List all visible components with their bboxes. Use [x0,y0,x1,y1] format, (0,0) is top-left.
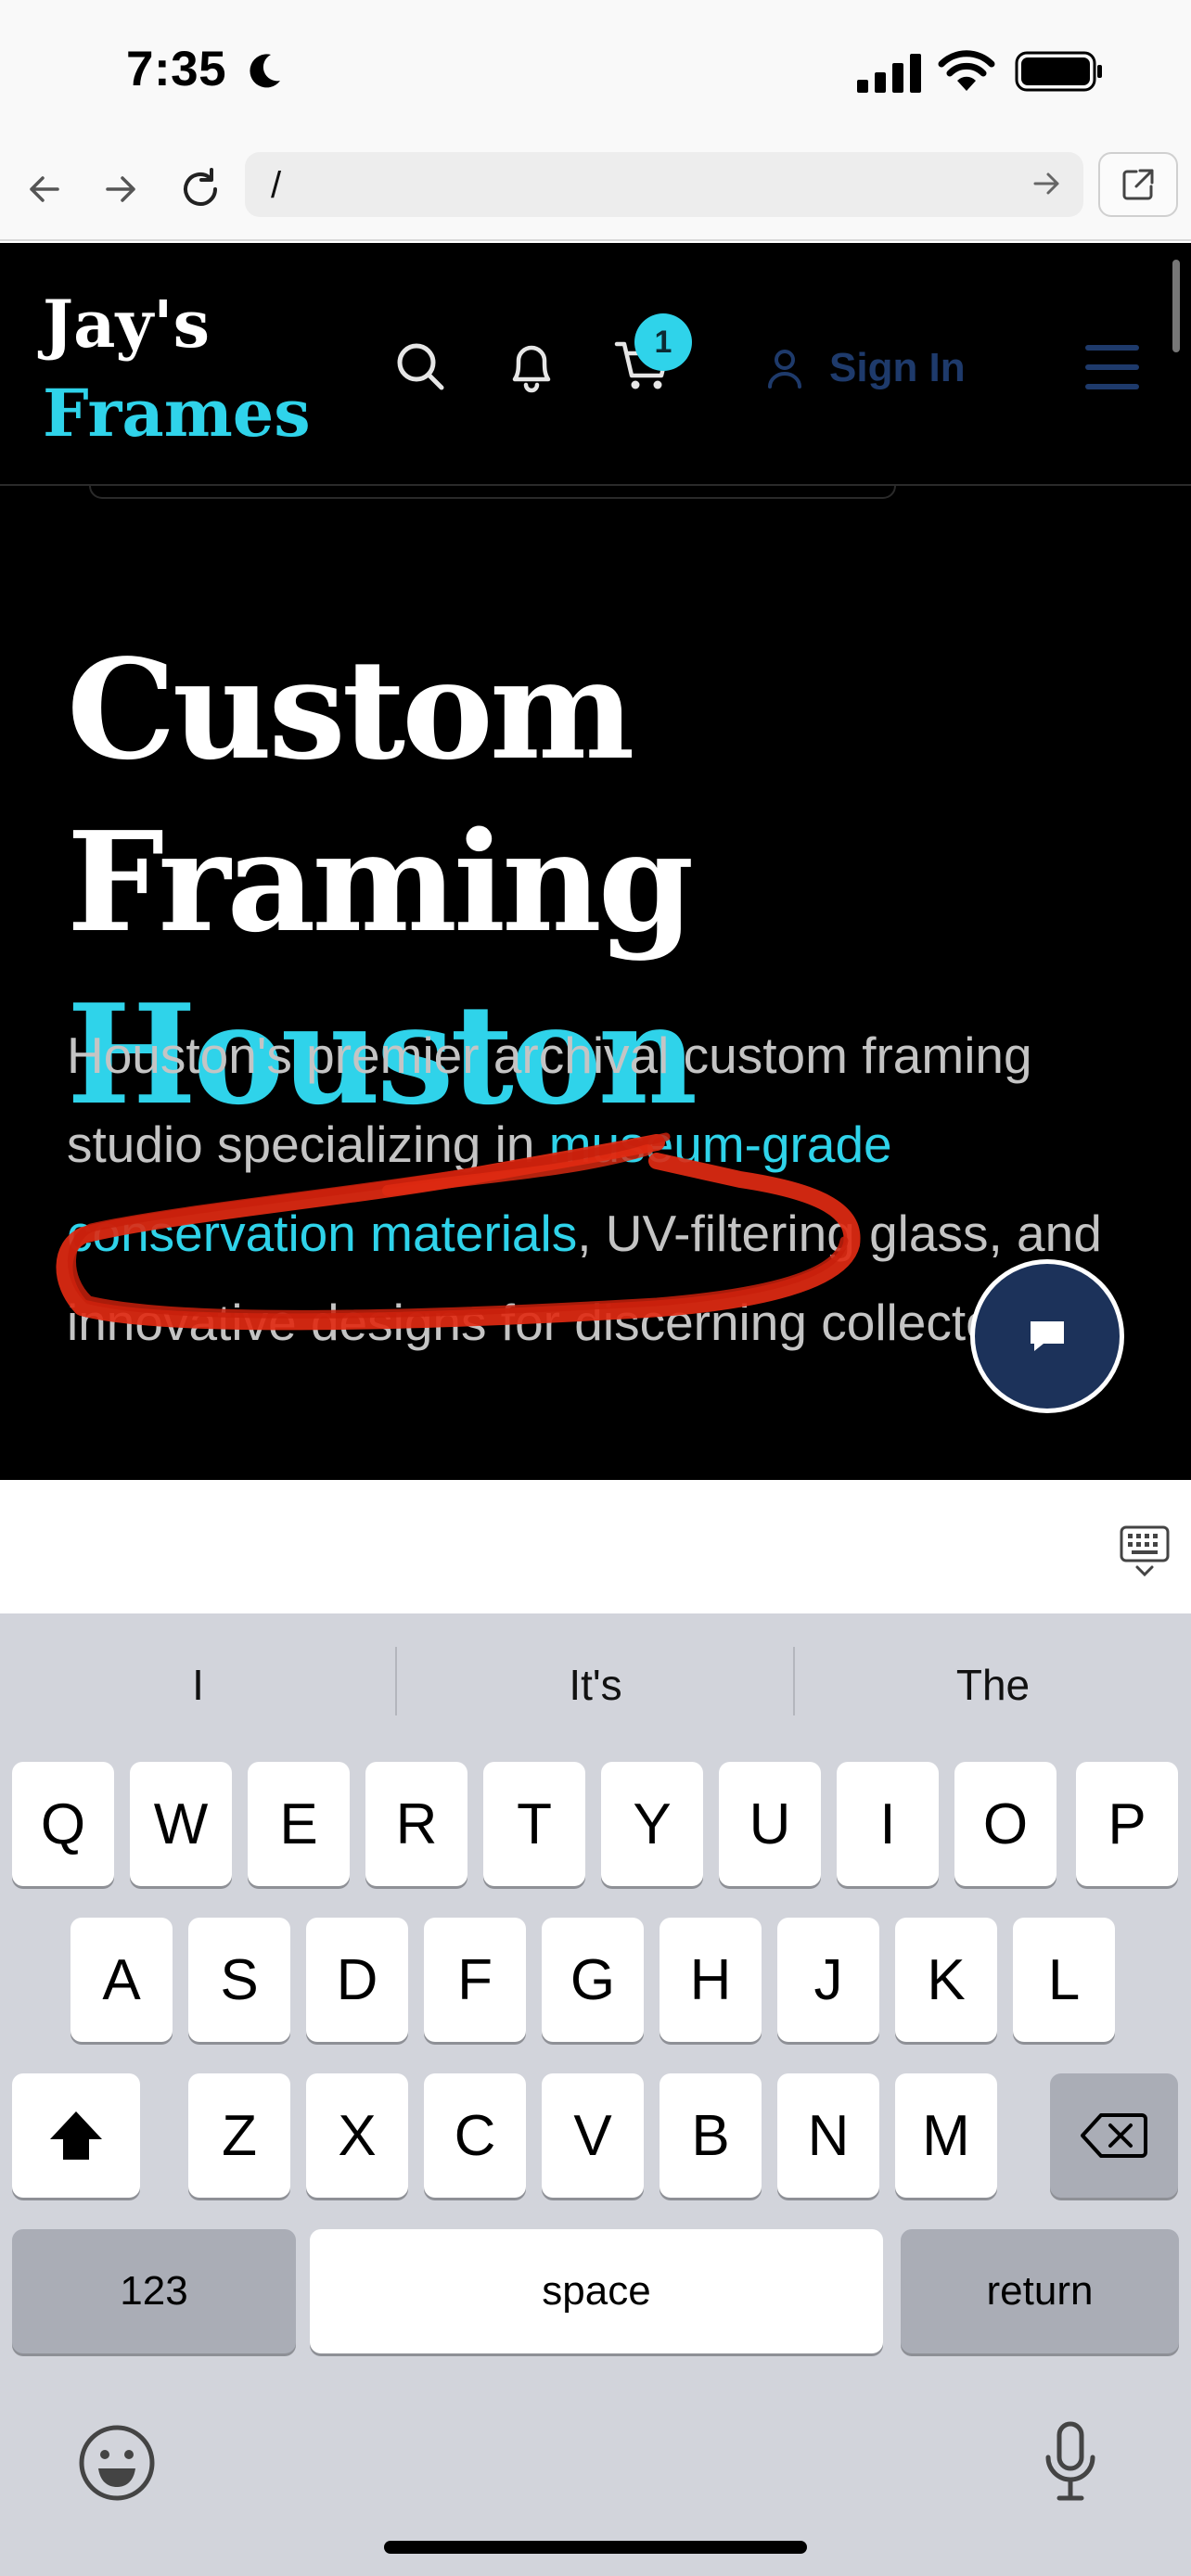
site-logo[interactable]: Jay's Frames [43,280,311,458]
scrollbar[interactable] [1172,260,1180,352]
key-t[interactable]: T [483,1762,585,1886]
bell-icon[interactable] [499,334,564,399]
backspace-icon [1081,2113,1147,2158]
key-q[interactable]: Q [12,1762,114,1886]
back-arrow-icon[interactable] [17,161,72,217]
chat-bubble-icon [1031,1321,1064,1351]
return-key[interactable]: return [901,2229,1179,2353]
key-k[interactable]: K [895,1918,997,2042]
key-e[interactable]: E [248,1762,350,1886]
go-arrow-icon[interactable] [1028,165,1065,202]
site-header: Jay's Frames 1 Sign In [0,243,1191,486]
key-x[interactable]: X [306,2073,408,2198]
key-n[interactable]: N [777,2073,879,2198]
key-u[interactable]: U [719,1762,821,1886]
emoji-icon[interactable] [78,2424,156,2502]
red-annotation-scribble [56,1132,861,1331]
moon-icon [250,54,280,88]
url-text: / [271,165,282,206]
status-bar: 7:35 [0,0,1191,139]
key-m[interactable]: M [895,2073,997,2198]
search-icon[interactable] [388,334,453,399]
onscreen-keyboard: I It's The Q W E R T Y U I O P A S D F G… [0,1613,1191,2576]
logo-line2: Frames [43,375,311,452]
key-y[interactable]: Y [601,1762,703,1886]
backspace-key[interactable] [1050,2073,1178,2198]
key-b[interactable]: B [660,2073,762,2198]
keyboard-dismiss-icon[interactable] [1119,1524,1171,1578]
menu-icon[interactable] [1085,345,1139,389]
key-w[interactable]: W [130,1762,232,1886]
key-l[interactable]: L [1013,1918,1115,2042]
key-j[interactable]: J [777,1918,879,2042]
key-i[interactable]: I [837,1762,939,1886]
microphone-icon[interactable] [1043,2420,1098,2504]
battery-icon [1015,51,1102,92]
key-g[interactable]: G [542,1918,644,2042]
key-a[interactable]: A [70,1918,173,2042]
numbers-key[interactable]: 123 [12,2229,296,2353]
key-o[interactable]: O [954,1762,1057,1886]
signal-icon [857,54,921,93]
key-h[interactable]: H [660,1918,762,2042]
key-v[interactable]: V [542,2073,644,2198]
space-key[interactable]: space [310,2229,883,2353]
keyboard-accessory-bar [0,1480,1191,1613]
key-f[interactable]: F [424,1918,526,2042]
reload-icon[interactable] [173,161,228,217]
wifi-icon [938,50,995,91]
chat-button[interactable] [970,1259,1124,1413]
shift-icon [50,2111,102,2160]
user-icon [768,350,801,389]
shift-key[interactable] [12,2073,140,2198]
forward-arrow-icon[interactable] [93,161,148,217]
key-c[interactable]: C [424,2073,526,2198]
sign-in-label: Sign In [829,345,966,390]
key-s[interactable]: S [188,1918,290,2042]
key-r[interactable]: R [365,1762,467,1886]
key-z[interactable]: Z [188,2073,290,2198]
browser-toolbar: / [0,139,1191,241]
hero-title-line1: Custom Framing [67,629,694,963]
dropdown-shadow [89,486,896,499]
open-external-icon [1122,169,1154,200]
status-time: 7:35 [126,42,227,96]
suggestion-3[interactable]: The [795,1613,1191,1756]
cart-count-badge: 1 [634,313,692,371]
suggestion-1[interactable]: I [0,1613,396,1756]
suggestion-2[interactable]: It's [397,1613,794,1756]
sign-in-link[interactable]: Sign In [766,336,966,401]
url-field[interactable]: / [245,152,1083,217]
logo-line1: Jay's [43,286,210,363]
key-d[interactable]: D [306,1918,408,2042]
home-indicator [384,2541,807,2554]
key-p[interactable]: P [1076,1762,1178,1886]
webpage: Jay's Frames 1 Sign In Custom Framing Ho… [0,243,1191,1480]
open-external-button[interactable] [1098,152,1178,217]
